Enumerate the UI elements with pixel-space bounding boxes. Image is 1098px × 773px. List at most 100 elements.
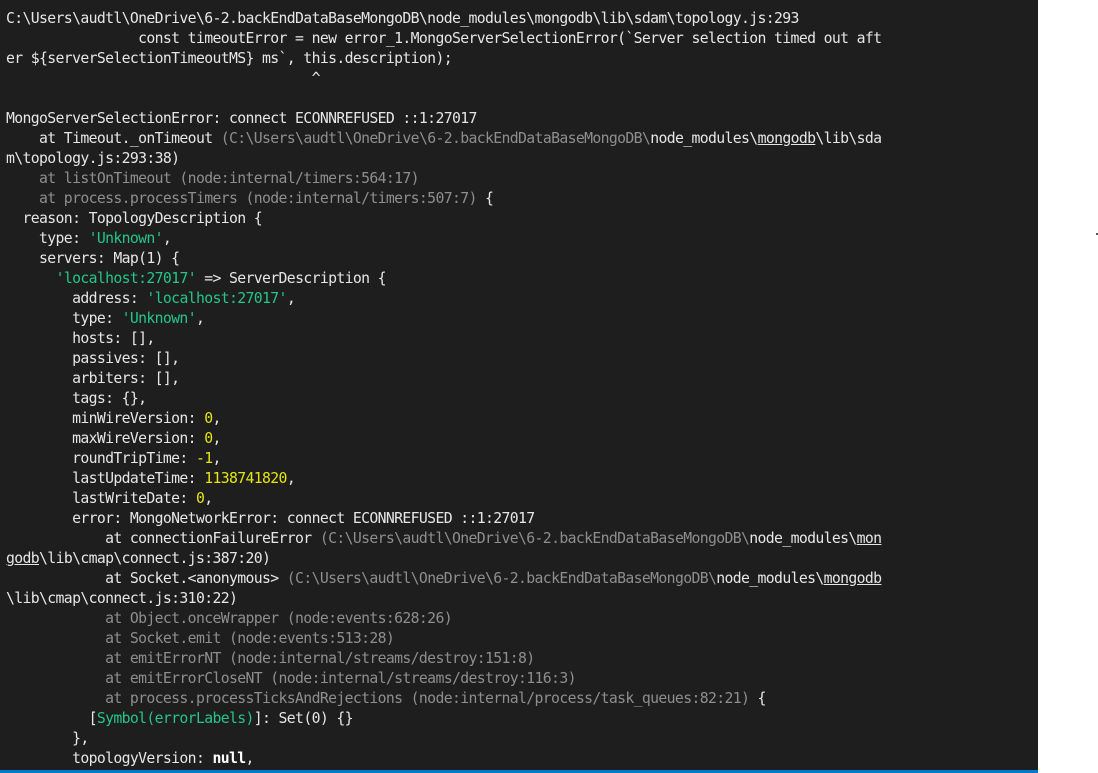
terminal-line: lastUpdateTime: 1138741820, (6, 469, 881, 489)
terminal-text-segment: [ (6, 710, 98, 727)
terminal-line: reason: TopologyDescription { (6, 209, 881, 229)
terminal-text-segment: at process.processTimers (node:internal/… (6, 190, 477, 207)
terminal-text-segment: MongoServerSelectionError: connect ECONN… (6, 110, 477, 127)
terminal-text-segment: ]: Set(0) {} (253, 710, 354, 727)
terminal-text-segment: type: (6, 310, 122, 327)
terminal-line: m\topology.js:293:38) (6, 149, 881, 169)
terminal-text-segment: null (212, 750, 246, 767)
terminal-text-segment: \lib\sda (815, 130, 882, 147)
terminal-text-segment: node_modules\ (749, 530, 857, 547)
terminal-text-segment: hosts: [], (6, 330, 155, 347)
terminal-text-segment: mon (856, 530, 882, 547)
terminal-text-segment: , (245, 750, 255, 767)
terminal-line: at emitErrorNT (node:internal/streams/de… (6, 649, 881, 669)
terminal-text-segment: , (162, 230, 172, 247)
terminal-line: at Socket.emit (node:events:513:28) (6, 629, 881, 649)
terminal-line: passives: [], (6, 349, 881, 369)
terminal-line: MongoServerSelectionError: connect ECONN… (6, 109, 881, 129)
terminal-line: er ${serverSelectionTimeoutMS} ms`, this… (6, 49, 881, 69)
terminal-line: at process.processTicksAndRejections (no… (6, 689, 881, 709)
terminal-text-segment: , (195, 310, 205, 327)
terminal-line: type: 'Unknown', (6, 309, 881, 329)
terminal-text-segment: node_modules\ (650, 130, 758, 147)
terminal-line: address: 'localhost:27017', (6, 289, 881, 309)
terminal-text-segment: mongodb (823, 570, 882, 587)
terminal-text-segment: , (212, 450, 221, 467)
terminal-text-segment: at emitErrorNT (node:internal/streams/de… (6, 650, 535, 667)
terminal-text-segment: 'localhost:27017' (146, 290, 287, 307)
terminal-text-segment: maxWireVersion: (6, 430, 205, 447)
terminal-line: C:\Users\audtl\OneDrive\6-2.backEndDataB… (6, 9, 881, 29)
terminal-line: at connectionFailureError (C:\Users\audt… (6, 529, 882, 549)
terminal-text-segment: lastUpdateTime: (6, 470, 205, 487)
terminal-line: at Socket.<anonymous> (C:\Users\audtl\On… (6, 569, 882, 589)
terminal-text-segment: , (286, 290, 296, 307)
terminal-text-segment: tags: {}, (6, 390, 147, 407)
terminal-text-segment: 'localhost:27017' (55, 270, 197, 287)
terminal-line: at listOnTimeout (node:internal/timers:5… (6, 169, 881, 189)
terminal-line: at emitErrorCloseNT (node:internal/strea… (6, 669, 881, 689)
terminal-line: hosts: [], (6, 329, 881, 349)
terminal-text-segment: 0 (195, 490, 205, 507)
terminal-line: at Object.onceWrapper (node:events:628:2… (6, 609, 881, 629)
terminal-line: tags: {}, (6, 389, 881, 409)
terminal-text-segment: passives: [], (6, 350, 180, 367)
terminal-text-segment: arbiters: [], (6, 370, 180, 387)
terminal-text-segment: at process.processTicksAndRejections (no… (6, 690, 750, 707)
terminal-text-segment: { (749, 690, 767, 707)
terminal-text-segment: , (212, 410, 221, 427)
terminal-text-segment: }, (6, 730, 89, 747)
terminal-text-segment: mongodb (757, 130, 816, 147)
terminal-line: }, (6, 729, 881, 749)
terminal-text-segment: godb (6, 550, 40, 567)
terminal-text-segment: at emitErrorCloseNT (node:internal/strea… (6, 670, 576, 687)
terminal-text-segment: er ${serverSelectionTimeoutMS} ms`, this… (6, 50, 453, 67)
terminal-line: lastWriteDate: 0, (6, 489, 881, 509)
terminal-text-segment: , (286, 470, 296, 487)
terminal-text-segment: ^ (6, 70, 321, 87)
terminal-text-segment: 'Unknown' (121, 310, 197, 327)
terminal-text-segment: => ServerDescription { (195, 270, 386, 287)
terminal-panel[interactable]: C:\Users\audtl\OneDrive\6-2.backEndDataB… (0, 0, 1038, 770)
terminal-text-segment: \lib\cmap\connect.js:387:20) (39, 550, 271, 567)
terminal-text-segment: Symbol(errorLabels) (96, 710, 255, 727)
terminal-text-segment: at Object.onceWrapper (node:events:628:2… (6, 610, 453, 627)
terminal-text-segment: { (476, 190, 494, 207)
terminal-text-segment: const timeoutError = new error_1.MongoSe… (6, 30, 882, 47)
terminal-text-segment: (C:\Users\audtl\OneDrive\6-2.backEndData… (286, 570, 717, 587)
terminal-line: godb\lib\cmap\connect.js:387:20) (6, 549, 881, 569)
terminal-text-segment: at connectionFailureError (6, 530, 320, 547)
terminal-text-segment: servers: Map(1) { (6, 250, 180, 267)
terminal-line: at process.processTimers (node:internal/… (6, 189, 881, 209)
terminal-output: C:\Users\audtl\OneDrive\6-2.backEndDataB… (6, 9, 882, 769)
terminal-text-segment: (C:\Users\audtl\OneDrive\6-2.backEndData… (319, 530, 750, 547)
terminal-text-segment: 'Unknown' (88, 230, 164, 247)
terminal-line: [Symbol(errorLabels)]: Set(0) {} (6, 709, 881, 729)
terminal-line: \lib\cmap\connect.js:310:22) (6, 589, 881, 609)
terminal-text-segment: 1138741820 (204, 470, 287, 487)
terminal-line: at Timeout._onTimeout (C:\Users\audtl\On… (6, 129, 882, 149)
terminal-text-segment: , (212, 430, 221, 447)
terminal-line: maxWireVersion: 0, (6, 429, 881, 449)
terminal-text-segment: type: (6, 230, 89, 247)
terminal-line: roundTripTime: -1, (6, 449, 881, 469)
terminal-text-segment: reason: TopologyDescription { (6, 210, 263, 227)
terminal-line: error: MongoNetworkError: connect ECONNR… (6, 509, 881, 529)
terminal-text-segment: lastWriteDate: (6, 490, 196, 507)
terminal-line: type: 'Unknown', (6, 229, 881, 249)
terminal-text-segment: -1 (195, 450, 213, 467)
terminal-text-segment: address: (6, 290, 147, 307)
terminal-text-segment: , (204, 490, 213, 507)
terminal-line: minWireVersion: 0, (6, 409, 881, 429)
terminal-line: ^ (6, 69, 881, 89)
terminal-text-segment: roundTripTime: (6, 450, 196, 467)
terminal-line: topologyVersion: null, (6, 749, 881, 769)
terminal-line: servers: Map(1) { (6, 249, 881, 269)
terminal-line: 'localhost:27017' => ServerDescription { (6, 269, 881, 289)
terminal-text-segment: at Socket.<anonymous> (6, 570, 287, 587)
terminal-text-segment: topologyVersion: (6, 750, 213, 767)
terminal-line: arbiters: [], (6, 369, 881, 389)
terminal-text-segment: (C:\Users\audtl\OneDrive\6-2.backEndData… (220, 130, 651, 147)
